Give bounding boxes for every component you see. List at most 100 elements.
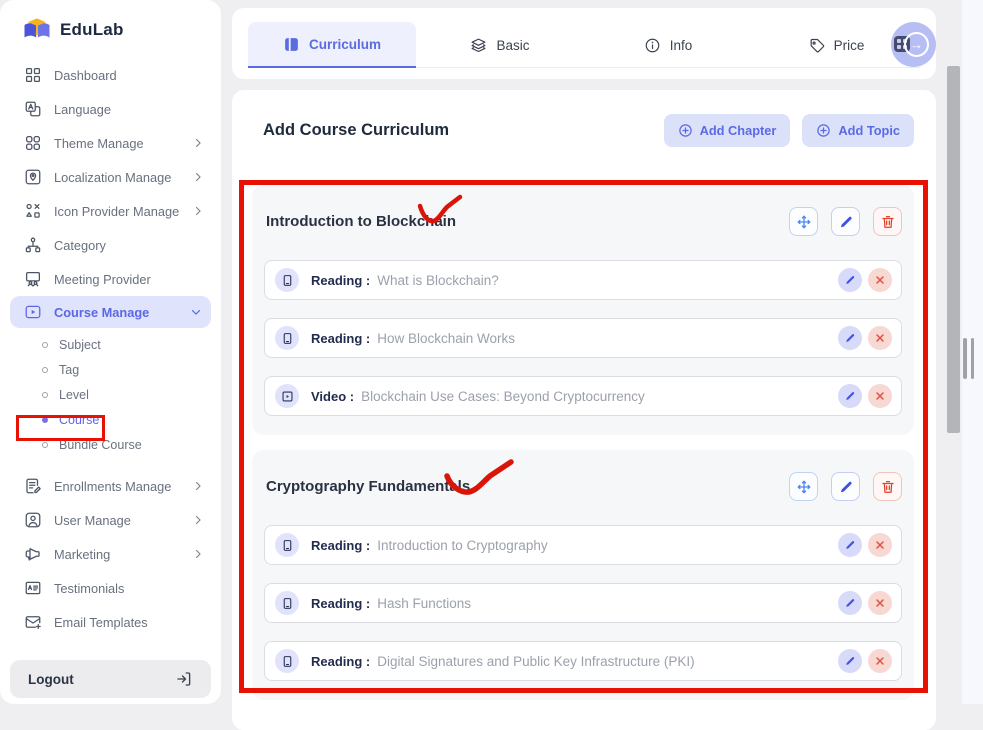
topic-title: Digital Signatures and Public Key Infras… — [377, 654, 694, 669]
chapter-edit-button[interactable] — [831, 207, 860, 236]
sidebar-item-language[interactable]: Language — [0, 92, 221, 126]
topic-delete-button[interactable] — [868, 268, 892, 292]
sidebar-subitem-subject[interactable]: Subject — [0, 332, 221, 357]
sidebar-item-label: Meeting Provider — [54, 272, 151, 287]
tab-basic[interactable]: Basic — [416, 22, 584, 68]
sidebar-item-email-templates[interactable]: Email Templates — [0, 605, 221, 639]
sidebar-item-label: Icon Provider Manage — [54, 204, 179, 219]
topic-actions — [838, 591, 892, 615]
sidebar-item-course-manage[interactable]: Course Manage — [10, 296, 211, 328]
tab-curriculum[interactable]: Curriculum — [248, 22, 416, 68]
topic-edit-button[interactable] — [838, 591, 862, 615]
chevron-right-icon — [191, 136, 205, 150]
chevron-right-icon — [191, 513, 205, 527]
reading-icon — [275, 326, 299, 350]
topic-title: Hash Functions — [377, 596, 471, 611]
topic-delete-button[interactable] — [868, 591, 892, 615]
topic-actions — [838, 384, 892, 408]
sidebar-item-label: Category — [54, 238, 106, 253]
sidebar-item-localization-manage[interactable]: Localization Manage — [0, 160, 221, 194]
logout-label: Logout — [28, 672, 74, 687]
topic-title: How Blockchain Works — [377, 331, 515, 346]
topic-actions — [838, 326, 892, 350]
sidebar-item-testimonials[interactable]: Testimonials — [0, 571, 221, 605]
sidebar-subitem-label: Tag — [59, 363, 79, 377]
topic-delete-button[interactable] — [868, 649, 892, 673]
topic-delete-button[interactable] — [868, 533, 892, 557]
chapter-delete-button[interactable] — [873, 472, 902, 501]
brand-name: EduLab — [60, 20, 124, 40]
bullet-icon — [42, 417, 48, 423]
topic-title: Introduction to Cryptography — [377, 538, 547, 553]
topic-type-label: Reading : — [311, 538, 370, 553]
tab-info[interactable]: Info — [584, 22, 752, 68]
add-topic-button[interactable]: Add Topic — [802, 114, 914, 147]
sidebar-subitem-label: Level — [59, 388, 89, 402]
sidebar-item-label: Language — [54, 102, 111, 117]
sidebar-item-enrollments-manage[interactable]: Enrollments Manage — [0, 469, 221, 503]
sidebar-item-user-manage[interactable]: User Manage — [0, 503, 221, 537]
price-tag-icon — [808, 37, 825, 54]
tab-bar-card: CurriculumBasicInfoPrice — [232, 8, 936, 79]
video-icon — [24, 303, 42, 321]
sidebar-item-category[interactable]: Category — [0, 228, 221, 262]
edulab-logo-icon — [22, 16, 52, 44]
add-chapter-button[interactable]: Add Chapter — [664, 114, 791, 147]
chapter-edit-button[interactable] — [831, 472, 860, 501]
bullet-icon — [42, 392, 48, 398]
plus-circle-icon — [816, 123, 831, 138]
testimonial-icon — [24, 579, 42, 597]
meeting-icon — [24, 270, 42, 288]
sidebar-item-theme-manage[interactable]: Theme Manage — [0, 126, 221, 160]
sidebar-subitem-course[interactable]: Course — [0, 407, 221, 432]
topic-title: What is Blockchain? — [377, 273, 499, 288]
topic-type-label: Video : — [311, 389, 354, 404]
topic-delete-button[interactable] — [868, 384, 892, 408]
sidebar-item-marketing[interactable]: Marketing — [0, 537, 221, 571]
chevron-right-icon — [191, 547, 205, 561]
logout-button[interactable]: Logout — [10, 660, 211, 698]
user-icon — [24, 511, 42, 529]
layers-icon — [470, 37, 487, 54]
sidebar-item-label: Enrollments Manage — [54, 479, 171, 494]
sidebar-subitem-bundle-course[interactable]: Bundle Course — [0, 432, 221, 457]
sidebar-subitem-tag[interactable]: Tag — [0, 357, 221, 382]
chapter-card-cryptography-fundamentals: Cryptography FundamentalsReading :Introd… — [252, 450, 914, 700]
chapter-list: Introduction to BlockchainReading :What … — [252, 185, 914, 700]
sidebar-item-icon-provider-manage[interactable]: Icon Provider Manage — [0, 194, 221, 228]
tabs: CurriculumBasicInfoPrice — [248, 22, 920, 68]
topic-row: Video : Blockchain Use Cases: Beyond Cryp… — [264, 376, 902, 416]
topic-row: Reading :How Blockchain Works — [264, 318, 902, 358]
topic-actions — [838, 533, 892, 557]
sidebar-item-dashboard[interactable]: Dashboard — [0, 58, 221, 92]
chapter-delete-button[interactable] — [873, 207, 902, 236]
chapter-move-button[interactable] — [789, 472, 818, 501]
chapter-move-button[interactable] — [789, 207, 818, 236]
topic-type-label: Reading : — [311, 654, 370, 669]
mail-plus-icon — [24, 613, 42, 631]
sidebar-item-label: Marketing — [54, 547, 110, 562]
floating-next-button[interactable]: → — [891, 22, 936, 67]
topic-row: Reading : Digital Signatures and Public K… — [264, 641, 902, 681]
bullet-icon — [42, 442, 48, 448]
doc-pen-icon — [24, 477, 42, 495]
topic-edit-button[interactable] — [838, 268, 862, 292]
sidebar-subitem-level[interactable]: Level — [0, 382, 221, 407]
logout-icon — [175, 670, 193, 688]
sidebar-subitem-label: Course — [59, 413, 99, 427]
sidebar-item-label: User Manage — [54, 513, 131, 528]
topic-edit-button[interactable] — [838, 326, 862, 350]
topic-delete-button[interactable] — [868, 326, 892, 350]
sidebar-item-label: Email Templates — [54, 615, 148, 630]
brand: EduLab — [0, 0, 221, 50]
sidebar-item-meeting-provider[interactable]: Meeting Provider — [0, 262, 221, 296]
vertical-scrollbar-thumb[interactable] — [947, 66, 960, 433]
reading-icon — [275, 533, 299, 557]
panel-drag-handle-icon[interactable] — [963, 338, 976, 379]
topic-edit-button[interactable] — [838, 533, 862, 557]
topic-title: Blockchain Use Cases: Beyond Cryptocurre… — [361, 389, 645, 404]
topic-edit-button[interactable] — [838, 384, 862, 408]
topic-edit-button[interactable] — [838, 649, 862, 673]
grid-icon — [24, 66, 42, 84]
chevron-down-icon — [189, 305, 203, 319]
